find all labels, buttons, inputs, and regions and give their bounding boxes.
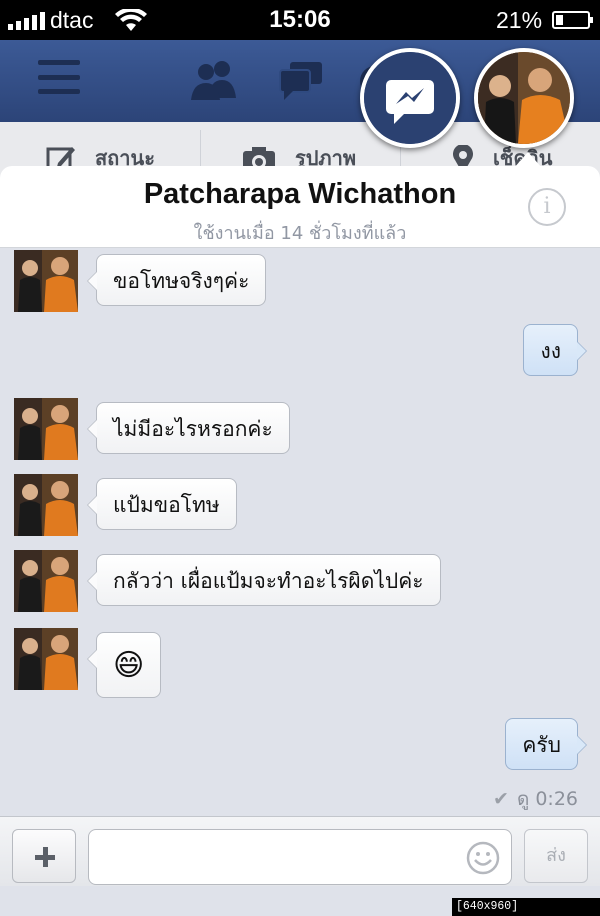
incoming-message[interactable]: กลัวว่า เผื่อแป้มจะทำอะไรผิดไปค่ะ [87, 554, 441, 606]
watermark: [640x960] http://upic.me/ [452, 898, 600, 916]
messenger-chathead[interactable] [360, 48, 460, 148]
contact-avatar-large [478, 52, 570, 144]
send-button[interactable]: ส่ง [524, 829, 588, 883]
seen-receipt: ✔ ดู 0:26 [493, 784, 578, 814]
incoming-message[interactable]: ไม่มีอะไรหรอกค่ะ [87, 402, 290, 454]
seen-label: ดู 0:26 [516, 788, 578, 810]
contact-avatar[interactable] [14, 628, 78, 690]
chat-header: Patcharapa Wichathon ใช้งานเมื่อ 14 ชั่ว… [0, 166, 600, 248]
messenger-icon [364, 52, 456, 144]
message-input-bar: ส่ง [0, 816, 600, 886]
battery-icon [552, 11, 593, 29]
incoming-message[interactable]: ขอโทษจริงๆค่ะ [86, 254, 267, 306]
checkmark-icon: ✔ [493, 788, 509, 810]
outgoing-message[interactable]: ครับ [505, 718, 587, 770]
info-icon: i [543, 194, 551, 219]
messages-icon[interactable] [278, 60, 324, 102]
contact-avatar[interactable] [14, 398, 78, 460]
menu-icon[interactable] [38, 60, 80, 94]
chat-contact-name: Patcharapa Wichathon [143, 178, 457, 210]
last-active-status: ใช้งานเมื่อ 14 ชั่วโมงที่แล้ว [193, 223, 407, 244]
incoming-message[interactable]: แป้มขอโทษ [87, 478, 237, 530]
message-thread[interactable]: ขอโทษจริงๆค่ะ งง ไม่มีอะไรหรอกค่ะ แป้มขอ… [0, 248, 600, 818]
chat-sheet: Patcharapa Wichathon ใช้งานเมื่อ 14 ชั่ว… [0, 166, 600, 916]
chathead-pointer [514, 152, 542, 168]
message-input[interactable] [88, 829, 512, 885]
battery-percent: 21% [496, 7, 543, 33]
friends-icon[interactable] [188, 58, 240, 100]
outgoing-message[interactable]: งง [523, 324, 587, 376]
status-bar: dtac 15:06 21% [0, 0, 600, 40]
emoji-picker-icon[interactable] [466, 841, 500, 875]
add-attachment-button[interactable] [12, 829, 76, 883]
contact-avatar[interactable] [14, 250, 78, 312]
contact-avatar[interactable] [14, 474, 78, 536]
contact-avatar[interactable] [14, 550, 78, 612]
emoji-message[interactable]: 😄 [86, 632, 162, 698]
info-button[interactable]: i [528, 188, 566, 226]
contact-chathead[interactable] [474, 48, 574, 148]
